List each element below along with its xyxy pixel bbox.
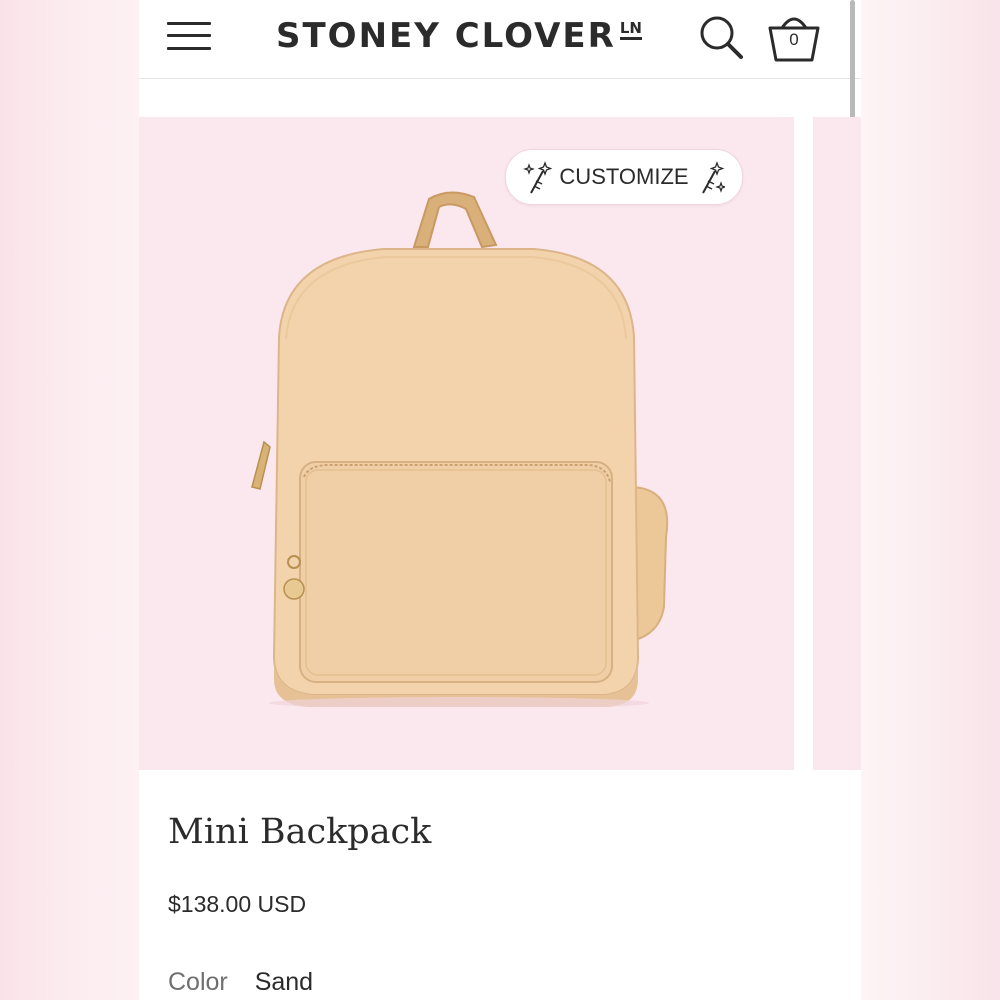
color-label: Color — [168, 968, 228, 996]
hamburger-menu-icon[interactable] — [167, 20, 213, 52]
magic-wand-icon — [701, 161, 725, 194]
color-value: Sand — [254, 968, 314, 996]
color-selector[interactable]: Color Sand — [168, 968, 313, 997]
product-title: Mini Backpack — [168, 812, 432, 852]
background-left — [0, 0, 139, 1000]
product-image-gallery[interactable]: CUSTOMIZE — [139, 117, 794, 770]
product-price: $138.00 USD — [168, 891, 307, 917]
site-header: STONEY CLOVER LN 0 — [139, 0, 861, 152]
brand-logo[interactable]: STONEY CLOVER LN — [276, 14, 642, 58]
search-icon[interactable] — [696, 12, 748, 64]
product-image-backpack — [251, 191, 669, 707]
logo-mark: LN — [619, 20, 642, 40]
cart-button[interactable]: 0 — [764, 8, 824, 66]
logo-text: STONEY CLOVER — [276, 16, 616, 56]
next-product-image[interactable] — [813, 117, 861, 770]
background-right — [861, 0, 1000, 1000]
cart-count: 0 — [789, 30, 799, 49]
mobile-page: STONEY CLOVER LN 0 CUSTOMIZE Mini Backpa… — [139, 0, 861, 1000]
